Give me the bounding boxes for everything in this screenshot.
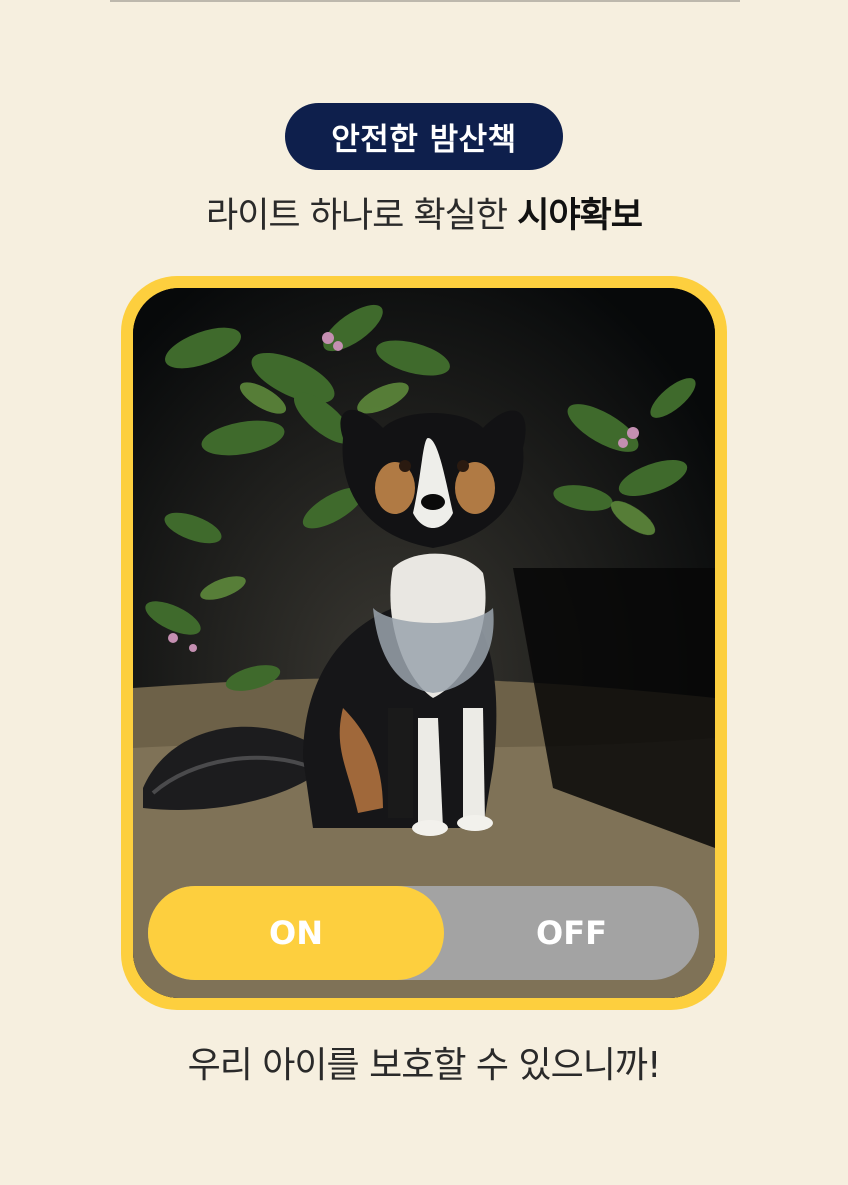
top-divider [110,0,740,2]
section-badge: 안전한 밤산책 [285,103,563,170]
toggle-on-button[interactable]: ON [148,886,444,980]
light-toggle[interactable]: ON OFF [148,886,699,980]
subtitle: 라이트 하나로 확실한 시야확보 [0,192,848,240]
caption: 우리 아이를 보호할 수 있으니까! [187,1045,662,1086]
badge-label: 안전한 밤산책 [331,122,517,158]
subtitle-normal: 라이트 하나로 확실한 [206,196,518,236]
subtitle-bold: 시야확보 [517,196,643,236]
toggle-on-label: ON [269,914,323,952]
toggle-off-label: OFF [536,914,607,952]
toggle-off-button[interactable]: OFF [444,886,699,980]
